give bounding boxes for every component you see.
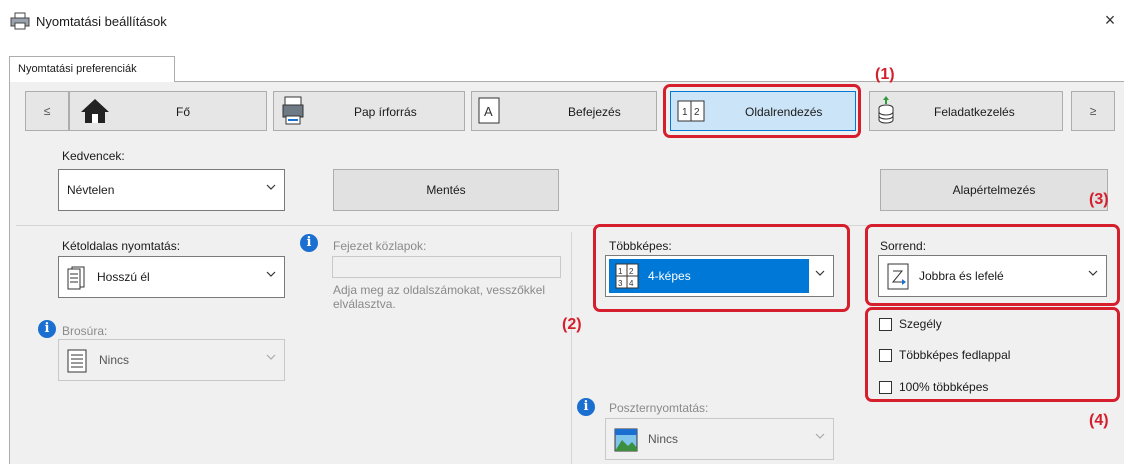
tab-print-preferences[interactable]: Nyomtatási preferenciák (9, 56, 175, 82)
chapter-inserts-hint: Adja meg az oldalszámokat, vesszőkkel el… (333, 283, 546, 311)
poster-label: Poszternyomtatás: (609, 401, 709, 415)
nav-label-finishing: Befejezés (568, 105, 621, 119)
booklet-value: Nincs (99, 353, 130, 367)
highlight-box-3 (865, 224, 1120, 306)
callout-3: (3) (1089, 191, 1109, 208)
highlight-box-1 (663, 84, 861, 138)
highlight-box-2 (593, 224, 850, 312)
printer-icon (10, 12, 30, 30)
svg-text:A: A (484, 104, 493, 119)
chevron-down-icon (266, 354, 276, 360)
chevron-down-icon (815, 433, 825, 439)
info-icon[interactable]: i (38, 320, 56, 338)
highlight-box-4 (865, 307, 1120, 402)
nav-tab-paper-source[interactable]: Pap írforrás (273, 91, 465, 131)
title-bar (0, 0, 1124, 40)
nav-tab-main[interactable]: Fő (69, 91, 267, 131)
nav-prev-button[interactable]: ≤ (25, 91, 69, 131)
info-icon[interactable]: i (300, 234, 318, 252)
close-button[interactable]: × (1098, 8, 1122, 32)
nav-tab-finishing[interactable]: A Befejezés (471, 91, 657, 131)
job-handling-icon (878, 96, 894, 124)
info-icon[interactable]: i (577, 398, 595, 416)
chevron-down-icon (266, 271, 276, 277)
favorites-label: Kedvencek: (62, 149, 125, 163)
favorites-select[interactable]: Névtelen (58, 169, 285, 211)
chevron-down-icon (266, 184, 276, 190)
callout-2: (2) (562, 316, 582, 333)
paper-source-icon (282, 96, 304, 125)
nav-label-job-handling: Feladatkezelés (934, 105, 1015, 119)
nav-label-main: Fő (176, 105, 191, 119)
booklet-select[interactable]: Nincs (58, 339, 285, 381)
column-divider (571, 232, 572, 464)
duplex-select[interactable]: Hosszú él (58, 256, 285, 298)
chapter-inserts-input[interactable] (332, 256, 561, 278)
save-button[interactable]: Mentés (333, 169, 559, 211)
long-edge-icon (67, 266, 85, 290)
finishing-icon: A (478, 97, 500, 124)
callout-1: (1) (875, 66, 895, 83)
poster-value: Nincs (648, 432, 679, 446)
window-title: Nyomtatási beállítások (36, 14, 167, 29)
nav-next-button[interactable]: ≥ (1071, 91, 1115, 131)
duplex-value: Hosszú él (97, 270, 150, 284)
poster-icon (614, 428, 638, 452)
poster-select[interactable]: Nincs (605, 418, 834, 460)
callout-4: (4) (1089, 412, 1109, 429)
duplex-label: Kétoldalas nyomtatás: (62, 239, 181, 253)
nav-label-paper-source: Pap írforrás (354, 105, 417, 119)
home-icon (81, 99, 109, 123)
booklet-label: Brosúra: (62, 324, 108, 338)
nav-tab-job-handling[interactable]: Feladatkezelés (869, 91, 1063, 131)
chapter-inserts-label: Fejezet közlapok: (333, 239, 427, 253)
favorites-value: Névtelen (67, 183, 115, 197)
defaults-button[interactable]: Alapértelmezés (880, 169, 1108, 211)
booklet-icon (67, 349, 87, 373)
